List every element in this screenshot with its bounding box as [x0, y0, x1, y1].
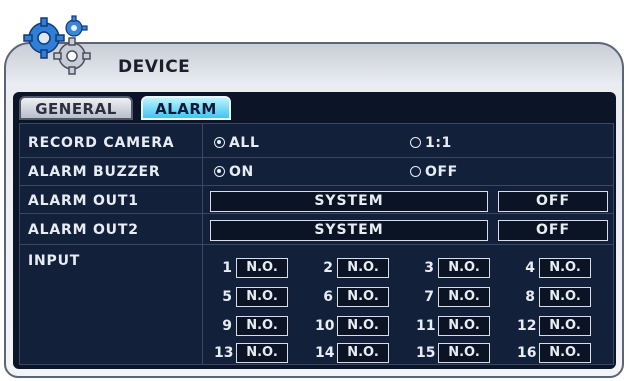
input-channel-4-select[interactable]: N.O. [539, 258, 591, 278]
input-channel-3-select[interactable]: N.O. [438, 258, 490, 278]
input-channel-8-select[interactable]: N.O. [539, 287, 591, 307]
tab-general[interactable]: GENERAL [19, 96, 133, 120]
radio-unselected-icon [410, 137, 421, 148]
input-channel-2-select[interactable]: N.O. [337, 258, 389, 278]
input-channel-number: 5 [222, 289, 232, 305]
alarm-out2-state-select[interactable]: OFF [498, 220, 608, 241]
input-channel-number: 11 [416, 318, 436, 334]
input-channel-number: 16 [517, 345, 537, 361]
input-channel-13-select[interactable]: N.O. [236, 343, 288, 363]
record-camera-all-option[interactable]: ALL [214, 135, 259, 151]
alarm-out1-label: ALARM OUT1 [28, 193, 139, 209]
alarm-buzzer-on-option[interactable]: ON [214, 164, 254, 180]
input-channel-number: 15 [416, 345, 436, 361]
input-channel-10-select[interactable]: N.O. [337, 316, 389, 336]
radio-selected-icon [214, 137, 225, 148]
window-title: DEVICE [118, 57, 191, 77]
input-channel-number: 4 [525, 260, 535, 276]
radio-unselected-icon [410, 166, 421, 177]
input-channel-12-select[interactable]: N.O. [539, 316, 591, 336]
input-channel-number: 1 [222, 260, 232, 276]
input-channel-16-select[interactable]: N.O. [539, 343, 591, 363]
alarm-out2-source-select[interactable]: SYSTEM [210, 220, 488, 241]
input-channel-number: 9 [222, 318, 232, 334]
column-divider [202, 123, 203, 365]
alarm-out2-label: ALARM OUT2 [28, 222, 139, 238]
tab-alarm[interactable]: ALARM [141, 96, 231, 120]
input-channel-number: 8 [525, 289, 535, 305]
record-camera-1to1-option[interactable]: 1:1 [410, 135, 452, 151]
input-channel-7-select[interactable]: N.O. [438, 287, 490, 307]
input-channel-11-select[interactable]: N.O. [438, 316, 490, 336]
alarm-buzzer-off-option[interactable]: OFF [410, 164, 458, 180]
input-channel-number: 3 [424, 260, 434, 276]
gears-icon [23, 15, 91, 75]
alarm-out1-source-select[interactable]: SYSTEM [210, 191, 488, 212]
input-channel-number: 13 [214, 345, 234, 361]
input-channel-number: 7 [424, 289, 434, 305]
input-channel-14-select[interactable]: N.O. [337, 343, 389, 363]
input-channel-6-select[interactable]: N.O. [337, 287, 389, 307]
alarm-buzzer-label: ALARM BUZZER [28, 164, 161, 180]
input-channel-number: 2 [323, 260, 333, 276]
input-channel-number: 6 [323, 289, 333, 305]
input-channel-number: 10 [315, 318, 335, 334]
input-label: INPUT [28, 253, 81, 269]
input-channel-number: 14 [315, 345, 335, 361]
alarm-out1-state-select[interactable]: OFF [498, 191, 608, 212]
input-channel-15-select[interactable]: N.O. [438, 343, 490, 363]
input-channel-1-select[interactable]: N.O. [236, 258, 288, 278]
radio-selected-icon [214, 166, 225, 177]
record-camera-label: RECORD CAMERA [28, 135, 175, 151]
input-channel-9-select[interactable]: N.O. [236, 316, 288, 336]
input-channel-5-select[interactable]: N.O. [236, 287, 288, 307]
input-channel-number: 12 [517, 318, 537, 334]
